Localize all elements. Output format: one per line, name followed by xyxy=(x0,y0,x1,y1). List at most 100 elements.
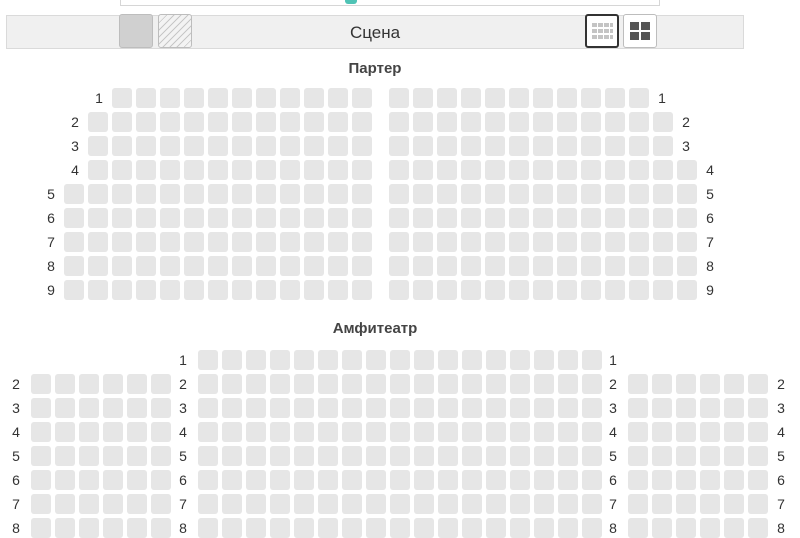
seat[interactable] xyxy=(352,256,372,276)
seat[interactable] xyxy=(390,422,410,442)
seat[interactable] xyxy=(256,256,276,276)
seat[interactable] xyxy=(318,446,338,466)
seat[interactable] xyxy=(605,232,625,252)
seat[interactable] xyxy=(582,494,602,514)
seat[interactable] xyxy=(461,256,481,276)
seat[interactable] xyxy=(55,494,75,514)
seat[interactable] xyxy=(582,446,602,466)
seat[interactable] xyxy=(64,184,84,204)
seat[interactable] xyxy=(389,160,409,180)
seat[interactable] xyxy=(328,280,348,300)
seat[interactable] xyxy=(700,374,720,394)
seat[interactable] xyxy=(208,136,228,156)
seat[interactable] xyxy=(485,88,505,108)
seat[interactable] xyxy=(748,398,768,418)
seat[interactable] xyxy=(304,88,324,108)
seat[interactable] xyxy=(304,184,324,204)
seat[interactable] xyxy=(208,280,228,300)
seat[interactable] xyxy=(112,136,132,156)
seat[interactable] xyxy=(414,398,434,418)
seat[interactable] xyxy=(509,112,529,132)
seat[interactable] xyxy=(270,350,290,370)
seat[interactable] xyxy=(127,518,147,538)
seat[interactable] xyxy=(414,494,434,514)
seat[interactable] xyxy=(389,280,409,300)
seat[interactable] xyxy=(605,256,625,276)
seat[interactable] xyxy=(724,518,744,538)
seat[interactable] xyxy=(582,350,602,370)
seat[interactable] xyxy=(509,184,529,204)
seat[interactable] xyxy=(222,422,242,442)
seat[interactable] xyxy=(352,184,372,204)
seat[interactable] xyxy=(748,422,768,442)
seat[interactable] xyxy=(88,136,108,156)
seat[interactable] xyxy=(127,470,147,490)
seat[interactable] xyxy=(629,184,649,204)
seat[interactable] xyxy=(389,136,409,156)
seat[interactable] xyxy=(748,494,768,514)
seat[interactable] xyxy=(294,350,314,370)
seat[interactable] xyxy=(232,136,252,156)
seat[interactable] xyxy=(103,494,123,514)
seat[interactable] xyxy=(55,446,75,466)
seat[interactable] xyxy=(652,422,672,442)
seat[interactable] xyxy=(581,88,601,108)
seat[interactable] xyxy=(256,88,276,108)
seat[interactable] xyxy=(462,518,482,538)
seat[interactable] xyxy=(294,470,314,490)
seat[interactable] xyxy=(676,398,696,418)
seat[interactable] xyxy=(629,88,649,108)
seat[interactable] xyxy=(557,232,577,252)
seat[interactable] xyxy=(64,232,84,252)
seat[interactable] xyxy=(700,494,720,514)
seat[interactable] xyxy=(653,208,673,228)
seat[interactable] xyxy=(318,422,338,442)
seat[interactable] xyxy=(486,422,506,442)
seat[interactable] xyxy=(151,398,171,418)
seat[interactable] xyxy=(437,280,457,300)
seat[interactable] xyxy=(389,112,409,132)
seat[interactable] xyxy=(64,208,84,228)
seat[interactable] xyxy=(127,398,147,418)
seat[interactable] xyxy=(724,470,744,490)
seat[interactable] xyxy=(582,518,602,538)
seat[interactable] xyxy=(270,446,290,466)
seat[interactable] xyxy=(198,446,218,466)
seat[interactable] xyxy=(280,136,300,156)
seat[interactable] xyxy=(461,184,481,204)
seat[interactable] xyxy=(510,350,530,370)
seat[interactable] xyxy=(366,374,386,394)
seat[interactable] xyxy=(485,112,505,132)
seat[interactable] xyxy=(304,160,324,180)
seat[interactable] xyxy=(160,208,180,228)
seat[interactable] xyxy=(461,136,481,156)
seat[interactable] xyxy=(198,422,218,442)
seat[interactable] xyxy=(318,518,338,538)
seat[interactable] xyxy=(184,256,204,276)
seat[interactable] xyxy=(184,112,204,132)
seat[interactable] xyxy=(748,374,768,394)
seat[interactable] xyxy=(461,88,481,108)
seat[interactable] xyxy=(246,446,266,466)
seat[interactable] xyxy=(79,446,99,466)
seat[interactable] xyxy=(136,256,156,276)
seat[interactable] xyxy=(509,232,529,252)
seat[interactable] xyxy=(184,160,204,180)
seat[interactable] xyxy=(653,184,673,204)
seat[interactable] xyxy=(232,256,252,276)
seat[interactable] xyxy=(270,422,290,442)
seat[interactable] xyxy=(232,208,252,228)
seat[interactable] xyxy=(510,422,530,442)
seat[interactable] xyxy=(557,184,577,204)
seat[interactable] xyxy=(390,398,410,418)
seat[interactable] xyxy=(413,112,433,132)
seat[interactable] xyxy=(582,398,602,418)
seat[interactable] xyxy=(256,136,276,156)
seat[interactable] xyxy=(304,112,324,132)
seat[interactable] xyxy=(256,280,276,300)
seat[interactable] xyxy=(628,446,648,466)
seat[interactable] xyxy=(438,350,458,370)
seat[interactable] xyxy=(557,256,577,276)
seat[interactable] xyxy=(328,112,348,132)
seat[interactable] xyxy=(582,470,602,490)
